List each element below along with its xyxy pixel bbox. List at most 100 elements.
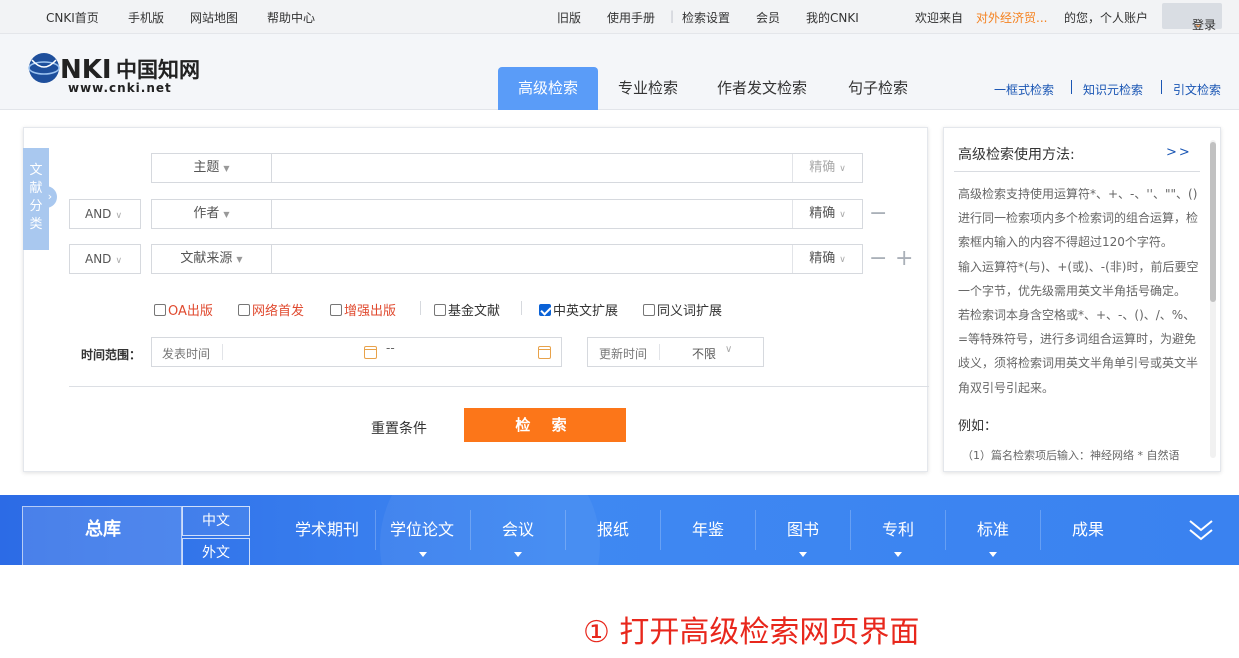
- cnki-home-link[interactable]: CNKI首页: [46, 9, 99, 26]
- help-divider: [954, 171, 1200, 172]
- reset-button[interactable]: 重置条件: [371, 418, 427, 438]
- help-scrollbar-thumb[interactable]: [1210, 142, 1216, 302]
- literature-category-tab[interactable]: 文献分类 ›: [23, 148, 57, 250]
- checkbox-oa[interactable]: OA出版: [154, 300, 213, 319]
- field-select-author[interactable]: 作者 ▼: [152, 200, 272, 228]
- db-newspapers[interactable]: 报纸: [597, 516, 629, 540]
- calendar-icon[interactable]: [538, 346, 551, 359]
- manual-link[interactable]: 使用手册: [607, 9, 655, 26]
- member-link[interactable]: 会员: [756, 9, 780, 26]
- checkbox-enhanced[interactable]: 增强出版: [330, 300, 396, 319]
- login-button[interactable]: 登录 ⌄: [1162, 3, 1222, 32]
- help-paragraph: 高级检索支持使用运算符*、+、-、''、""、()进行同一检索项内多个检索词的组…: [958, 187, 1199, 250]
- my-cnki-link[interactable]: 我的CNKI: [806, 9, 859, 26]
- help-title: 高级检索使用方法:: [958, 147, 1075, 163]
- logo-cn-text: 中国知网: [116, 57, 200, 82]
- checkbox-box[interactable]: [434, 303, 446, 316]
- field-select-source[interactable]: 文献来源 ▼: [152, 245, 272, 273]
- help-center-link[interactable]: 帮助中心: [267, 9, 315, 26]
- update-time-select[interactable]: 更新时间 不限 ∨: [587, 337, 764, 367]
- caret-down-icon[interactable]: [989, 552, 997, 557]
- start-date-input[interactable]: [226, 341, 356, 363]
- cnki-logo[interactable]: NKI 中国知网 www.cnki.net: [26, 46, 216, 98]
- help-example-title: 例如：: [958, 419, 998, 434]
- tab-author-search[interactable]: 作者发文检索: [698, 67, 826, 110]
- old-version-link[interactable]: 旧版: [557, 9, 581, 26]
- checkbox-box[interactable]: [643, 303, 655, 316]
- lang-chinese[interactable]: 中文: [182, 506, 250, 536]
- db-books[interactable]: 图书: [787, 516, 819, 540]
- match-select-3[interactable]: 精确 ∨: [792, 245, 862, 273]
- calendar-icon[interactable]: [364, 346, 377, 359]
- plus-icon[interactable]: +: [895, 248, 913, 270]
- checkbox-fund[interactable]: 基金文献: [434, 300, 500, 319]
- tab-advanced-search[interactable]: 高级检索: [498, 67, 598, 110]
- caret-down-icon: ▼: [223, 164, 230, 173]
- checkbox-cn-en-expand[interactable]: 中英文扩展: [539, 300, 618, 319]
- match-select-2[interactable]: 精确 ∨: [792, 200, 862, 228]
- caret-down-icon: ▼: [223, 210, 230, 219]
- field-label: 主题: [193, 160, 220, 175]
- search-settings-link[interactable]: 检索设置: [682, 9, 730, 26]
- match-label: 精确: [809, 251, 836, 266]
- match-select-1[interactable]: 精确 ∨: [792, 154, 862, 182]
- field-label: 文献来源: [180, 251, 233, 266]
- minus-icon[interactable]: −: [869, 248, 887, 270]
- search-input-source[interactable]: [274, 247, 789, 271]
- panel-divider: [69, 386, 929, 387]
- knowledge-search-link[interactable]: 知识元检索: [1083, 81, 1143, 98]
- citation-search-link[interactable]: 引文检索: [1173, 81, 1221, 98]
- time-range-label: 时间范围：: [81, 348, 142, 362]
- logic-select-3[interactable]: AND ∨: [69, 244, 141, 274]
- checkbox-box[interactable]: [238, 303, 250, 316]
- chevron-right-icon[interactable]: ›: [43, 186, 57, 208]
- double-chevron-down-icon[interactable]: [1188, 517, 1214, 543]
- db-separator: [755, 510, 756, 550]
- checkbox-label: 基金文献: [448, 304, 501, 319]
- header: NKI 中国知网 www.cnki.net 高级检索 专业检索 作者发文检索 句…: [0, 34, 1239, 110]
- db-total[interactable]: 总库: [22, 506, 182, 565]
- logic-label: AND: [85, 207, 112, 221]
- caret-down-icon[interactable]: [799, 552, 807, 557]
- tab-sentence-search[interactable]: 句子检索: [826, 67, 930, 110]
- help-paragraph: 输入运算符*(与)、+(或)、-(非)时，前后要空一个字节，优先级需用英文半角括…: [958, 259, 1199, 298]
- search-button[interactable]: 检 索: [464, 408, 626, 442]
- org-name[interactable]: 对外经济贸...: [976, 9, 1047, 26]
- help-more-link[interactable]: >>: [1166, 145, 1192, 160]
- db-separator: [375, 510, 376, 550]
- db-achievements[interactable]: 成果: [1072, 516, 1104, 540]
- search-input-topic[interactable]: [274, 156, 789, 180]
- caret-down-icon[interactable]: [419, 552, 427, 557]
- caret-down-icon[interactable]: [894, 552, 902, 557]
- db-yearbooks[interactable]: 年鉴: [692, 516, 724, 540]
- field-select-topic[interactable]: 主题 ▼: [152, 154, 272, 182]
- greeting-text: 的您，个人账户: [1064, 11, 1149, 25]
- db-conferences[interactable]: 会议: [502, 516, 534, 540]
- tab-professional-search[interactable]: 专业检索: [598, 67, 698, 110]
- search-input-author[interactable]: [274, 202, 789, 226]
- end-date-input[interactable]: [404, 341, 524, 363]
- publish-time-label: 发表时间: [162, 347, 211, 361]
- update-time-label: 更新时间: [599, 347, 648, 361]
- db-dissertations[interactable]: 学位论文: [390, 516, 454, 540]
- welcome-text: 欢迎来自: [915, 11, 964, 25]
- db-patents[interactable]: 专利: [882, 516, 914, 540]
- sitemap-link[interactable]: 网站地图: [190, 9, 238, 26]
- search-row-3: 文献来源 ▼ 精确 ∨: [151, 244, 863, 274]
- search-row-1: 主题 ▼ 精确 ∨: [151, 153, 863, 183]
- caption-text: ① 打开高级检索网页界面: [583, 615, 920, 650]
- lang-foreign[interactable]: 外文: [182, 538, 250, 565]
- checkbox-box[interactable]: [330, 303, 342, 316]
- mobile-link[interactable]: 手机版: [128, 9, 164, 26]
- minus-icon[interactable]: −: [869, 203, 887, 225]
- checkbox-synonym-expand[interactable]: 同义词扩展: [643, 300, 722, 319]
- logic-select-2[interactable]: AND ∨: [69, 199, 141, 229]
- checkbox-box-checked[interactable]: [539, 303, 551, 316]
- checkbox-box[interactable]: [154, 303, 166, 316]
- db-journals[interactable]: 学术期刊: [295, 516, 359, 540]
- help-body: 高级检索支持使用运算符*、+、-、''、""、()进行同一检索项内多个检索词的组…: [958, 182, 1202, 400]
- checkbox-online-first[interactable]: 网络首发: [238, 300, 304, 319]
- single-box-search-link[interactable]: 一框式检索: [994, 81, 1054, 98]
- db-standards[interactable]: 标准: [977, 516, 1009, 540]
- caret-down-icon[interactable]: [514, 552, 522, 557]
